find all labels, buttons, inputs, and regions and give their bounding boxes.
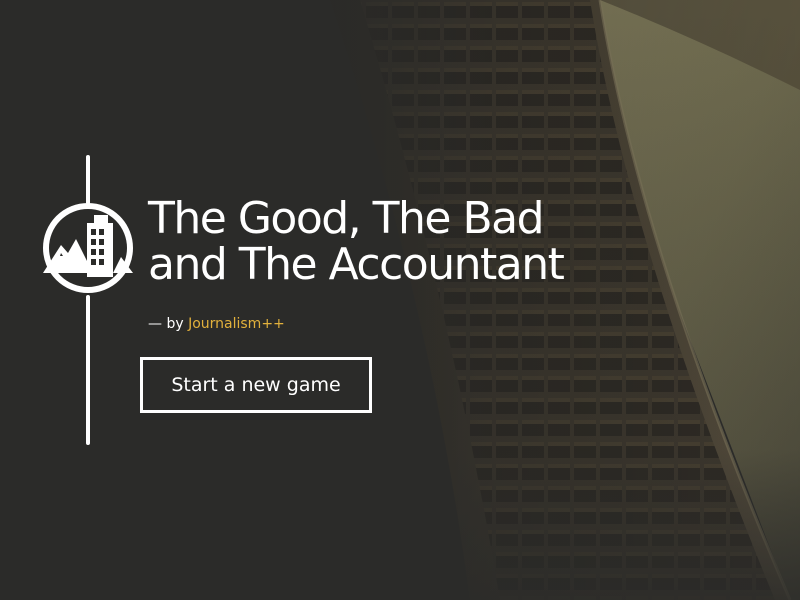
- author-link[interactable]: Journalism++: [188, 316, 285, 332]
- mountain-building-icon: [43, 203, 133, 293]
- game-title: The Good, The Bad and The Accountant: [148, 193, 565, 290]
- byline-prefix: — by: [148, 316, 184, 332]
- decorative-line-top: [86, 155, 90, 205]
- game-title-line-2: and The Accountant: [148, 239, 565, 290]
- decorative-line-bottom: [86, 295, 90, 445]
- title-screen: The Good, The Bad and The Accountant — b…: [0, 0, 800, 600]
- game-title-line-1: The Good, The Bad: [148, 193, 545, 244]
- byline: — by Journalism++: [148, 314, 285, 334]
- skyscraper-background: [0, 0, 800, 600]
- start-new-game-button[interactable]: Start a new game: [140, 357, 372, 413]
